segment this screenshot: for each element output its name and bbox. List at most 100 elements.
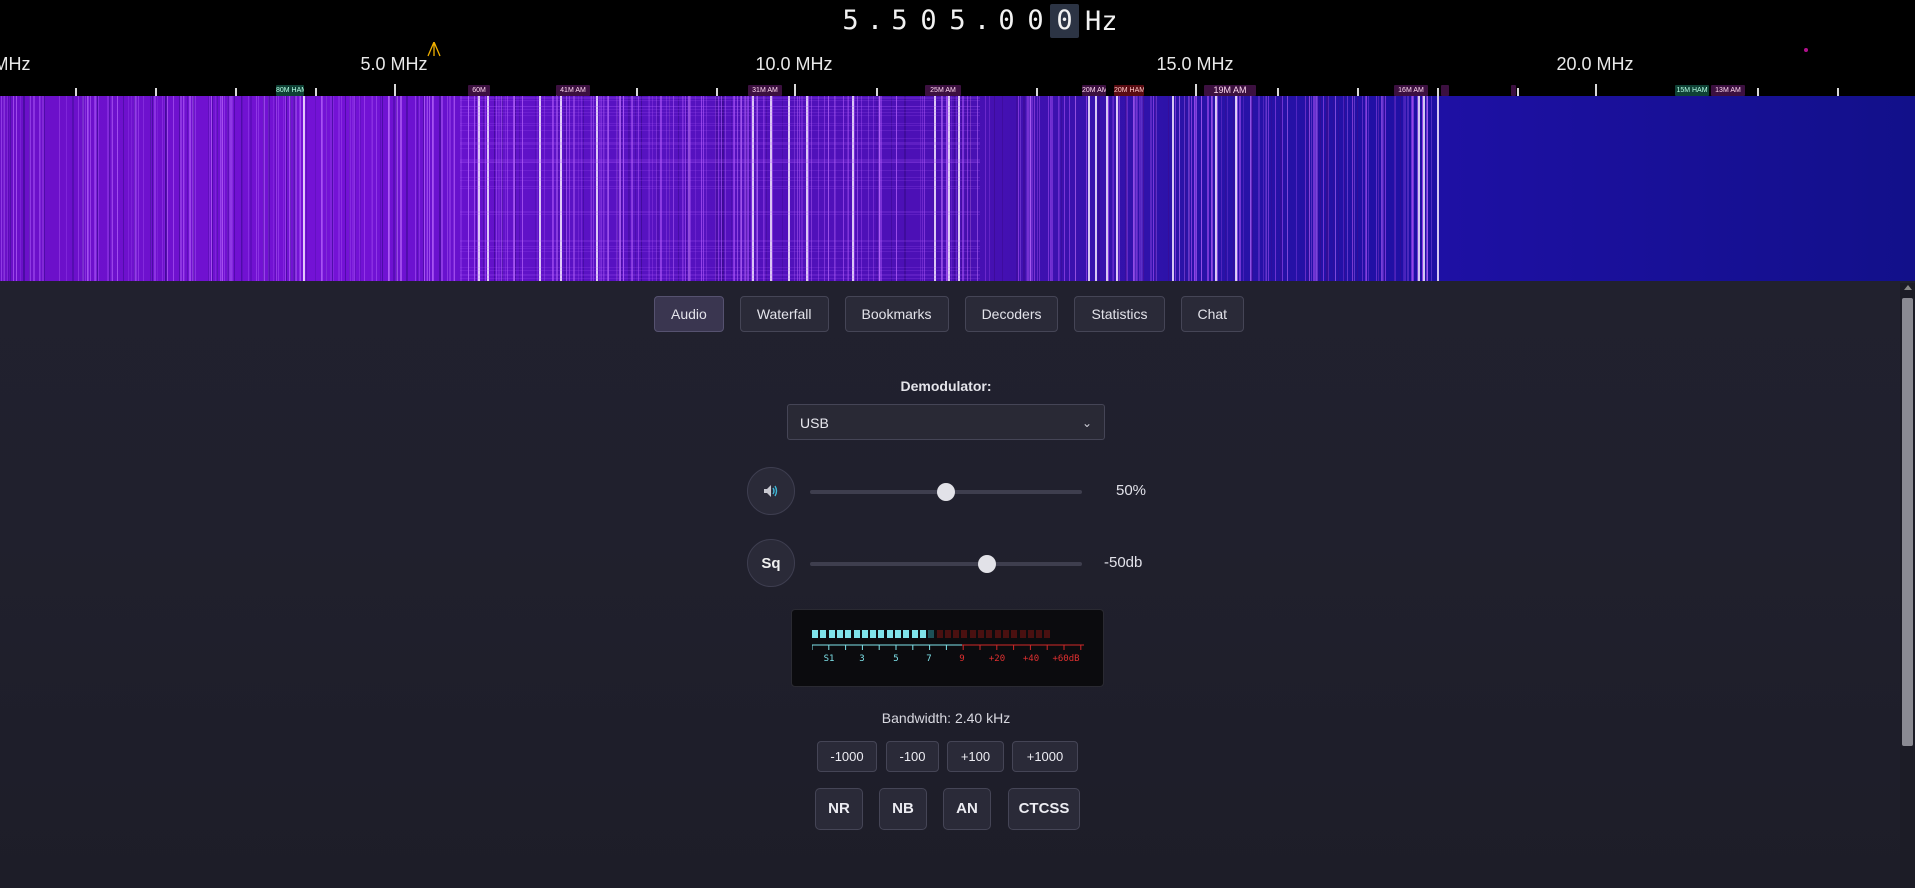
band-marker[interactable]: [1511, 85, 1516, 96]
s-meter-label: +20: [988, 654, 1006, 664]
waterfall-signal: [1417, 96, 1418, 281]
waterfall-signal: [341, 96, 342, 281]
waterfall-signal: [1251, 96, 1252, 281]
s-meter-label: +60dB: [1052, 654, 1080, 664]
waterfall-signal: [1320, 96, 1321, 281]
frequency-digit[interactable]: 0: [914, 4, 943, 38]
squelch-slider[interactable]: [810, 562, 1082, 566]
s-meter-segment: [903, 630, 910, 638]
waterfall-signal: [220, 96, 221, 281]
step-plus-100-button[interactable]: +100: [947, 741, 1004, 772]
s-meter: S1 3 5 7 9 +20 +40 +60dB: [791, 609, 1104, 687]
speaker-icon: [764, 485, 778, 497]
waterfall-signal: [1034, 96, 1035, 281]
s-meter-segment: [969, 630, 976, 638]
waterfall-signal: [1069, 96, 1070, 281]
band-marker[interactable]: 31M AM: [748, 85, 782, 96]
band-marker[interactable]: 13M AM: [1711, 85, 1745, 96]
waterfall-signal: [1038, 96, 1039, 281]
waterfall-display[interactable]: [0, 96, 1915, 281]
waterfall-signal: [1018, 96, 1019, 281]
waterfall-signal: [183, 96, 184, 281]
band-marker[interactable]: 16M AM: [1394, 85, 1428, 96]
squelch-slider-thumb[interactable]: [977, 555, 996, 573]
waterfall-signal: [241, 96, 242, 281]
waterfall-signal: [250, 96, 252, 281]
frequency-digit[interactable]: 0: [1021, 4, 1050, 38]
auto-notch-button[interactable]: AN: [943, 788, 991, 830]
scale-tick: [1757, 88, 1759, 96]
ctcss-button[interactable]: CTCSS: [1008, 788, 1080, 830]
demodulator-select[interactable]: USB ⌄: [787, 404, 1105, 440]
waterfall-signal: [109, 96, 110, 281]
waterfall-signal: [1141, 96, 1142, 281]
waterfall-signal: [1023, 96, 1025, 281]
waterfall-signal: [85, 96, 86, 281]
squelch-button[interactable]: Sq: [747, 539, 795, 587]
s-meter-segment: [870, 630, 877, 638]
s-meter-segment: [986, 630, 993, 638]
band-marker[interactable]: 19M AM: [1204, 85, 1256, 96]
s-meter-segment: [953, 630, 960, 638]
frequency-digit-selected[interactable]: 0: [1050, 4, 1079, 38]
band-marker[interactable]: 15M HAM: [1675, 85, 1709, 96]
noise-blanker-button[interactable]: NB: [879, 788, 927, 830]
mute-button[interactable]: [747, 467, 795, 515]
waterfall-signal: [286, 96, 287, 281]
waterfall-signal: [1201, 96, 1202, 281]
volume-value: 50%: [1116, 482, 1147, 499]
scale-label: MHz: [0, 54, 31, 74]
s-meter-segment: [886, 630, 893, 638]
waterfall-signal: [23, 96, 25, 281]
band-marker[interactable]: 20M HAM: [1114, 85, 1144, 96]
waterfall-signal: [333, 96, 334, 281]
waterfall-signal: [1061, 96, 1062, 281]
frequency-scale[interactable]: MHz 5.0 MHz 10.0 MHz 15.0 MHz 20.0 MHz 8…: [0, 42, 1915, 96]
s-meter-segment: [1027, 630, 1034, 638]
s-meter-label: +40: [1022, 654, 1040, 664]
tab-bookmarks[interactable]: Bookmarks: [844, 296, 949, 332]
scale-tick: [876, 88, 878, 96]
waterfall-signal: [1365, 96, 1367, 281]
frequency-digit[interactable]: 0: [992, 4, 1021, 38]
waterfall-signal: [1250, 96, 1251, 281]
band-marker[interactable]: 41M AM: [556, 85, 590, 96]
waterfall-signal: [1, 96, 2, 281]
step-minus-1000-button[interactable]: -1000: [817, 741, 877, 772]
noise-reduction-button[interactable]: NR: [815, 788, 863, 830]
tab-statistics[interactable]: Statistics: [1074, 296, 1165, 332]
band-marker[interactable]: 80M HAM: [276, 85, 304, 96]
s-meter-segment: [961, 630, 968, 638]
frequency-digit[interactable]: 5: [885, 4, 914, 38]
waterfall-signal: [59, 96, 60, 281]
waterfall-signal: [1311, 96, 1312, 281]
waterfall-signal: [1426, 96, 1427, 281]
waterfall-signal: [1116, 96, 1118, 281]
waterfall-signal: [138, 96, 139, 281]
waterfall-signal: [289, 96, 290, 281]
scrollbar-thumb[interactable]: [1902, 298, 1913, 746]
tab-decoders[interactable]: Decoders: [964, 296, 1059, 332]
band-marker[interactable]: 20M AM: [1082, 85, 1106, 96]
waterfall-signal: [1259, 96, 1260, 281]
s-meter-scale: [812, 644, 1084, 650]
tuning-marker-icon[interactable]: [426, 42, 442, 58]
s-meter-segment: [853, 630, 860, 638]
frequency-display[interactable]: 5 . 5 0 5 . 0 0 0 Hz: [836, 4, 1118, 38]
step-minus-100-button[interactable]: -100: [886, 741, 939, 772]
tab-audio[interactable]: Audio: [654, 296, 724, 332]
step-plus-1000-button[interactable]: +1000: [1012, 741, 1078, 772]
volume-slider-thumb[interactable]: [937, 483, 955, 501]
band-marker[interactable]: 60M: [468, 85, 490, 96]
frequency-digit[interactable]: 5: [943, 4, 972, 38]
waterfall-signal: [1317, 96, 1318, 281]
band-marker[interactable]: 25M AM: [925, 85, 961, 96]
waterfall-signal: [97, 96, 98, 281]
tab-chat[interactable]: Chat: [1180, 296, 1245, 332]
waterfall-signal: [1263, 96, 1264, 281]
scroll-up-icon[interactable]: [1904, 285, 1912, 290]
frequency-digit[interactable]: 5: [836, 4, 865, 38]
waterfall-signal: [1139, 96, 1140, 281]
tab-waterfall[interactable]: Waterfall: [739, 296, 829, 332]
band-marker[interactable]: [1441, 85, 1449, 96]
